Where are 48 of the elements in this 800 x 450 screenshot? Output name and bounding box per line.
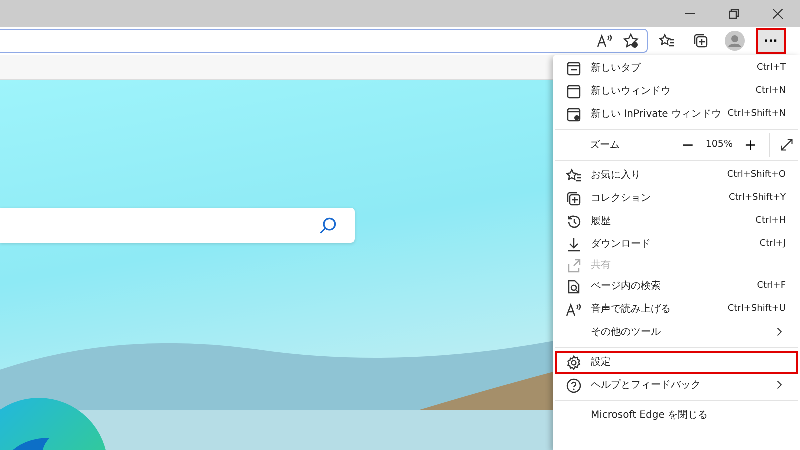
shortcut-text: Ctrl+Shift+Y [728, 192, 786, 205]
zoom-value: 105% [704, 138, 734, 152]
zoom-out-button[interactable]: − [676, 138, 700, 152]
menu-item[interactable]: ヘルプとフィードバック [555, 374, 798, 397]
expand-icon [780, 138, 794, 152]
favorites-icon [566, 168, 582, 184]
read-aloud-icon [566, 302, 582, 318]
menu-item[interactable]: 設定 [555, 351, 798, 374]
menu-item[interactable]: お気に入り Ctrl+Shift+O [555, 164, 798, 187]
shortcut-text: Ctrl+Shift+N [728, 108, 786, 121]
shortcut-text: Ctrl+H [756, 214, 786, 228]
restore-icon [729, 8, 739, 18]
favorites-icon [659, 33, 675, 49]
more-button[interactable]: ··· [756, 28, 786, 54]
zoom-in-button[interactable]: + [738, 138, 763, 152]
history-icon [566, 214, 582, 230]
menu-item[interactable]: ページ内の検索 Ctrl+F [555, 275, 798, 298]
collections-icon [693, 33, 709, 49]
shortcut-text: Ctrl+N [756, 84, 786, 98]
shortcut-text: Ctrl+Shift+U [728, 302, 786, 316]
settings-icon [566, 354, 582, 370]
menu-item[interactable]: 履歴 Ctrl+H [555, 210, 798, 233]
share-icon [566, 258, 582, 274]
menu-item[interactable]: 新しいウィンドウ Ctrl+N [555, 80, 798, 103]
help-icon [566, 378, 582, 394]
menu-item[interactable]: その他のツール [555, 321, 798, 344]
collections-icon [566, 190, 582, 206]
shortcut-text: Ctrl+T [756, 62, 786, 75]
menu-item[interactable]: Microsoft Edge を閉じる [555, 404, 798, 427]
minimize-icon [685, 12, 695, 14]
shortcut-text: Ctrl+Shift+O [727, 168, 786, 182]
shortcut-text: Ctrl+F [757, 280, 786, 293]
download-icon [566, 236, 582, 252]
avatar-icon [725, 31, 745, 51]
close-icon [773, 8, 783, 18]
window-icon [566, 84, 582, 100]
read-aloud-icon[interactable] [597, 33, 613, 49]
find-page-icon [566, 278, 582, 294]
menu-item[interactable]: コレクション Ctrl+Shift+Y [555, 187, 798, 210]
star-plus-icon[interactable] [623, 33, 639, 49]
search-icon[interactable] [319, 216, 337, 234]
menu-item[interactable]: 音声で読み上げる Ctrl+Shift+U [555, 298, 798, 321]
new-tab-icon [566, 60, 582, 76]
menu-item[interactable]: ダウンロード Ctrl+J [555, 233, 798, 256]
menu-item[interactable]: 新しいタブ Ctrl+T [555, 57, 798, 80]
zoom-label: ズーム [590, 138, 621, 152]
shortcut-text: Ctrl+J [760, 238, 786, 251]
menu-item[interactable]: 新しい InPrivate ウィンドウ Ctrl+Shift+N [555, 103, 798, 126]
